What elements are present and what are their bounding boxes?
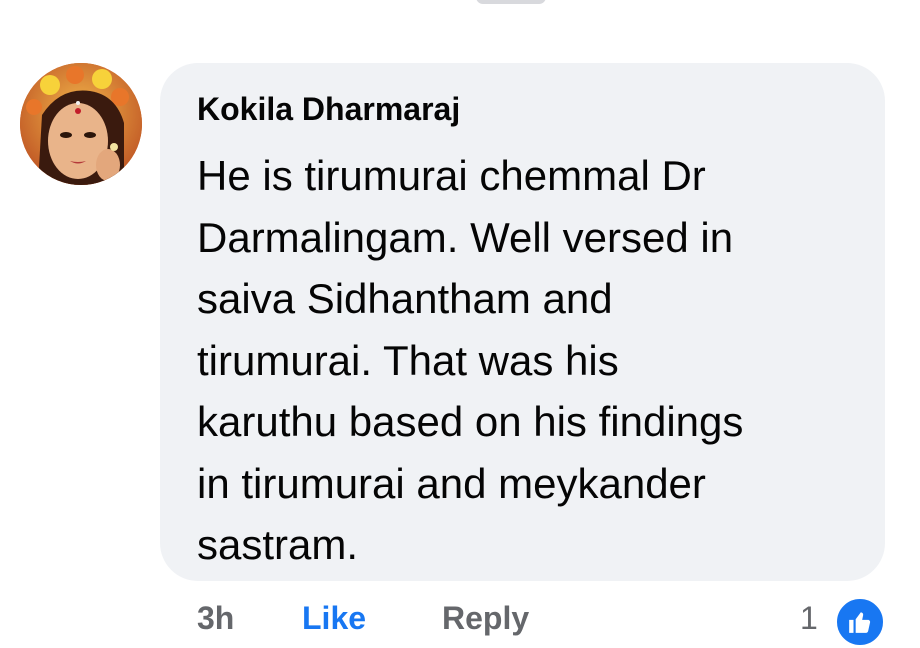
comment-author[interactable]: Kokila Dharmaraj [197, 91, 460, 128]
previous-comment-edge [476, 0, 546, 4]
like-button[interactable]: Like [302, 600, 366, 637]
comment-timestamp[interactable]: 3h [197, 600, 234, 637]
comment-text: He is tirumurai chemmal Dr Darmalingam. … [197, 152, 744, 568]
reaction-count[interactable]: 1 [800, 600, 818, 637]
avatar[interactable] [20, 63, 142, 185]
reply-button[interactable]: Reply [442, 600, 529, 637]
thumbs-up-icon[interactable] [834, 596, 886, 648]
comment-actions: 3h Like Reply 1 [0, 596, 920, 648]
comment-bubble: Kokila Dharmaraj He is tirumurai chemmal… [160, 63, 885, 581]
